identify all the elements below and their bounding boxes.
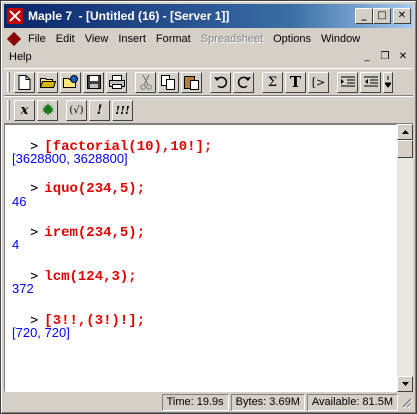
input-line-2[interactable]: > iquo(234,5); [12, 169, 145, 209]
math-mode-icon[interactable]: x [14, 99, 35, 121]
open-file-icon[interactable] [37, 71, 58, 93]
undo-icon[interactable] [210, 71, 231, 93]
open-url-icon[interactable] [60, 71, 81, 93]
indent-icon[interactable] [337, 71, 358, 93]
toolbar-grip-2[interactable] [7, 100, 10, 120]
maple-window: Maple 7 - [Untitled (16) - [Server 1]] _… [0, 0, 417, 414]
save-icon[interactable] [83, 71, 104, 93]
maximize-button[interactable]: □ [373, 8, 391, 24]
menu-window[interactable]: Window [316, 33, 365, 45]
prompt-symbol: > [30, 225, 39, 240]
output-line-1: [3628800, 3628800] [12, 151, 128, 166]
minimize-button[interactable]: _ [355, 8, 373, 24]
outdent-icon[interactable] [360, 71, 381, 93]
toolbar-grip[interactable] [7, 72, 10, 92]
title-bar[interactable]: Maple 7 - [Untitled (16) - [Server 1]] _… [4, 4, 413, 28]
maple-leaf-icon[interactable] [37, 99, 58, 121]
menu-bar: File Edit View Insert Format Spreadsheet… [4, 30, 413, 68]
output-line-5: [720, 720] [12, 325, 70, 340]
menu-spreadsheet: Spreadsheet [200, 33, 264, 45]
context-toolbar: x (√) ! !!! [4, 96, 413, 124]
status-bytes: Bytes: 3.69M [230, 394, 305, 411]
output-line-2: 46 [12, 194, 27, 209]
scroll-down-arrow-icon[interactable] [397, 376, 413, 392]
worksheet-area[interactable]: > [factorial(10),10!]; [3628800, 3628800… [4, 124, 397, 392]
status-available: Available: 81.5M [306, 394, 398, 411]
window-title: Maple 7 - [Untitled (16) - [Server 1]] [28, 9, 230, 23]
execute-selection-icon[interactable]: (√) [66, 99, 87, 121]
document-restore-button[interactable]: ❐ [377, 50, 393, 64]
execute-block-icon[interactable]: ! [89, 99, 110, 121]
sum-icon[interactable]: Σ [262, 71, 283, 93]
menu-insert[interactable]: Insert [113, 33, 151, 45]
input-text[interactable]: iquo(234,5); [44, 181, 145, 197]
menu-format[interactable]: Format [151, 33, 196, 45]
menu-help[interactable]: Help [4, 51, 37, 63]
execute-worksheet-icon[interactable]: !!! [112, 99, 133, 121]
input-line-3[interactable]: > irem(234,5); [12, 213, 145, 253]
input-text[interactable]: irem(234,5); [44, 225, 145, 241]
maple-app-icon[interactable] [7, 8, 23, 24]
text-mode-icon[interactable]: T [285, 71, 306, 93]
menu-options[interactable]: Options [268, 33, 316, 45]
copy-icon[interactable] [158, 71, 179, 93]
paste-icon[interactable] [181, 71, 202, 93]
print-icon[interactable] [106, 71, 127, 93]
scroll-thumb[interactable] [397, 140, 413, 158]
close-button[interactable]: ✕ [393, 8, 411, 24]
output-line-3: 4 [12, 237, 20, 252]
toolbar-overflow-icon[interactable] [383, 71, 393, 93]
redo-icon[interactable] [233, 71, 254, 93]
document-menu-icon[interactable] [7, 32, 21, 46]
output-line-4: 372 [12, 281, 34, 296]
input-text[interactable]: lcm(124,3); [44, 269, 136, 285]
vertical-scrollbar[interactable] [397, 124, 413, 392]
menu-edit[interactable]: Edit [51, 33, 80, 45]
menu-view[interactable]: View [80, 33, 114, 45]
prompt-symbol: > [30, 181, 39, 196]
document-minimize-button[interactable]: _ [359, 50, 375, 64]
scroll-up-arrow-icon[interactable] [397, 124, 413, 140]
insert-prompt-icon[interactable]: [> [308, 71, 329, 93]
status-bar: Time: 19.9s Bytes: 3.69M Available: 81.5… [4, 393, 413, 412]
status-time: Time: 19.9s [161, 394, 229, 411]
new-file-icon[interactable] [14, 71, 35, 93]
cut-icon[interactable] [135, 71, 156, 93]
document-close-button[interactable]: ✕ [395, 50, 411, 64]
resize-grip-icon[interactable] [400, 396, 413, 409]
main-toolbar: Σ T [> [4, 68, 413, 96]
menu-file[interactable]: File [23, 33, 51, 45]
